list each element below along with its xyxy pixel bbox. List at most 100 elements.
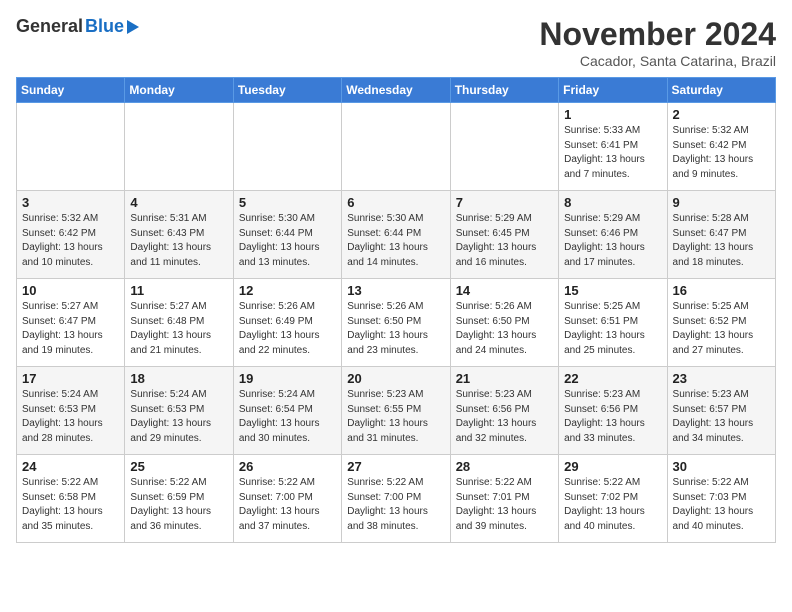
day-number: 11 [130,283,227,298]
calendar-cell: 18 Sunrise: 5:24 AMSunset: 6:53 PMDayligh… [125,367,233,455]
day-number: 21 [456,371,553,386]
month-title: November 2024 [539,16,776,53]
logo-blue: Blue [85,16,124,37]
day-info: Sunrise: 5:22 AMSunset: 7:01 PMDaylight:… [456,476,553,534]
calendar-header: SundayMondayTuesdayWednesdayThursdayFrid… [17,78,776,103]
calendar-cell [125,103,233,191]
day-info: Sunrise: 5:22 AMSunset: 7:00 PMDaylight:… [347,476,444,534]
weekday-header: Thursday [450,78,558,103]
weekday-header: Monday [125,78,233,103]
calendar-cell: 4Sunrise: 5:31 AMSunset: 6:43 PMDaylight… [125,191,233,279]
calendar-cell: 8 Sunrise: 5:29 AMSunset: 6:46 PMDaylight… [559,191,667,279]
calendar-cell: 10 Sunrise: 5:27 AMSunset: 6:47 PMDayligh… [17,279,125,367]
day-number: 14 [456,283,553,298]
day-info: Sunrise: 5:26 AMSunset: 6:50 PMDaylight:… [347,300,444,358]
weekday-header: Friday [559,78,667,103]
day-info: Sunrise: 5:24 AMSunset: 6:53 PMDaylight:… [130,388,227,446]
calendar-cell: 16Sunrise: 5:25 AMSunset: 6:52 PMDayligh… [667,279,775,367]
calendar-cell [233,103,341,191]
weekday-header: Saturday [667,78,775,103]
day-number: 7 [456,195,553,210]
day-info: Sunrise: 5:33 AMSunset: 6:41 PMDaylight:… [564,124,661,182]
calendar-cell: 28 Sunrise: 5:22 AMSunset: 7:01 PMDayligh… [450,455,558,543]
day-number: 28 [456,459,553,474]
day-number: 27 [347,459,444,474]
calendar-cell: 14 Sunrise: 5:26 AMSunset: 6:50 PMDayligh… [450,279,558,367]
day-info: Sunrise: 5:30 AMSunset: 6:44 PMDaylight:… [347,212,444,270]
calendar-cell: 9 Sunrise: 5:28 AMSunset: 6:47 PMDaylight… [667,191,775,279]
day-number: 1 [564,107,661,122]
day-info: Sunrise: 5:22 AMSunset: 6:58 PMDaylight:… [22,476,119,534]
day-info: Sunrise: 5:27 AMSunset: 6:47 PMDaylight:… [22,300,119,358]
calendar-cell: 13 Sunrise: 5:26 AMSunset: 6:50 PMDayligh… [342,279,450,367]
calendar-cell: 11 Sunrise: 5:27 AMSunset: 6:48 PMDayligh… [125,279,233,367]
calendar-cell: 3 Sunrise: 5:32 AMSunset: 6:42 PMDaylight… [17,191,125,279]
calendar-cell: 25Sunrise: 5:22 AMSunset: 6:59 PMDayligh… [125,455,233,543]
day-info: Sunrise: 5:22 AMSunset: 7:02 PMDaylight:… [564,476,661,534]
day-info: Sunrise: 5:30 AMSunset: 6:44 PMDaylight:… [239,212,336,270]
calendar-cell: 23Sunrise: 5:23 AMSunset: 6:57 PMDayligh… [667,367,775,455]
page-header: General Blue November 2024 Cacador, Sant… [16,16,776,69]
calendar-cell: 17 Sunrise: 5:24 AMSunset: 6:53 PMDayligh… [17,367,125,455]
weekday-header: Wednesday [342,78,450,103]
day-number: 22 [564,371,661,386]
calendar-cell: 29Sunrise: 5:22 AMSunset: 7:02 PMDayligh… [559,455,667,543]
day-number: 16 [673,283,770,298]
weekday-header: Sunday [17,78,125,103]
day-number: 9 [673,195,770,210]
day-info: Sunrise: 5:32 AMSunset: 6:42 PMDaylight:… [673,124,770,182]
day-info: Sunrise: 5:23 AMSunset: 6:56 PMDaylight:… [456,388,553,446]
calendar-cell: 27 Sunrise: 5:22 AMSunset: 7:00 PMDayligh… [342,455,450,543]
day-info: Sunrise: 5:22 AMSunset: 6:59 PMDaylight:… [130,476,227,534]
calendar-cell: 22 Sunrise: 5:23 AMSunset: 6:56 PMDayligh… [559,367,667,455]
logo: General Blue [16,16,139,37]
calendar-cell: 30 Sunrise: 5:22 AMSunset: 7:03 PMDayligh… [667,455,775,543]
day-number: 12 [239,283,336,298]
calendar-cell: 2 Sunrise: 5:32 AMSunset: 6:42 PMDaylight… [667,103,775,191]
calendar-cell: 5 Sunrise: 5:30 AMSunset: 6:44 PMDaylight… [233,191,341,279]
weekday-header: Tuesday [233,78,341,103]
day-number: 30 [673,459,770,474]
day-number: 24 [22,459,119,474]
logo-general: General [16,16,83,37]
calendar-cell [342,103,450,191]
day-number: 19 [239,371,336,386]
calendar-cell: 24 Sunrise: 5:22 AMSunset: 6:58 PMDayligh… [17,455,125,543]
day-info: Sunrise: 5:29 AMSunset: 6:45 PMDaylight:… [456,212,553,270]
location: Cacador, Santa Catarina, Brazil [539,53,776,69]
day-number: 8 [564,195,661,210]
day-number: 13 [347,283,444,298]
day-number: 26 [239,459,336,474]
day-info: Sunrise: 5:26 AMSunset: 6:50 PMDaylight:… [456,300,553,358]
day-info: Sunrise: 5:28 AMSunset: 6:47 PMDaylight:… [673,212,770,270]
day-info: Sunrise: 5:24 AMSunset: 6:54 PMDaylight:… [239,388,336,446]
calendar-cell: 15 Sunrise: 5:25 AMSunset: 6:51 PMDayligh… [559,279,667,367]
day-number: 2 [673,107,770,122]
day-number: 18 [130,371,227,386]
day-number: 10 [22,283,119,298]
day-number: 3 [22,195,119,210]
day-info: Sunrise: 5:22 AMSunset: 7:03 PMDaylight:… [673,476,770,534]
day-info: Sunrise: 5:25 AMSunset: 6:51 PMDaylight:… [564,300,661,358]
day-info: Sunrise: 5:22 AMSunset: 7:00 PMDaylight:… [239,476,336,534]
day-info: Sunrise: 5:24 AMSunset: 6:53 PMDaylight:… [22,388,119,446]
day-info: Sunrise: 5:31 AMSunset: 6:43 PMDaylight:… [130,212,227,270]
day-number: 20 [347,371,444,386]
day-info: Sunrise: 5:29 AMSunset: 6:46 PMDaylight:… [564,212,661,270]
calendar-cell: 12 Sunrise: 5:26 AMSunset: 6:49 PMDayligh… [233,279,341,367]
day-number: 5 [239,195,336,210]
day-info: Sunrise: 5:27 AMSunset: 6:48 PMDaylight:… [130,300,227,358]
calendar-cell: 21 Sunrise: 5:23 AMSunset: 6:56 PMDayligh… [450,367,558,455]
day-number: 17 [22,371,119,386]
calendar-cell [450,103,558,191]
day-info: Sunrise: 5:26 AMSunset: 6:49 PMDaylight:… [239,300,336,358]
calendar-cell [17,103,125,191]
calendar-cell: 19 Sunrise: 5:24 AMSunset: 6:54 PMDayligh… [233,367,341,455]
calendar-cell: 7 Sunrise: 5:29 AMSunset: 6:45 PMDaylight… [450,191,558,279]
calendar: SundayMondayTuesdayWednesdayThursdayFrid… [16,77,776,543]
calendar-cell: 1 Sunrise: 5:33 AMSunset: 6:41 PMDaylight… [559,103,667,191]
day-number: 15 [564,283,661,298]
day-info: Sunrise: 5:23 AMSunset: 6:56 PMDaylight:… [564,388,661,446]
day-info: Sunrise: 5:32 AMSunset: 6:42 PMDaylight:… [22,212,119,270]
calendar-cell: 6Sunrise: 5:30 AMSunset: 6:44 PMDaylight… [342,191,450,279]
